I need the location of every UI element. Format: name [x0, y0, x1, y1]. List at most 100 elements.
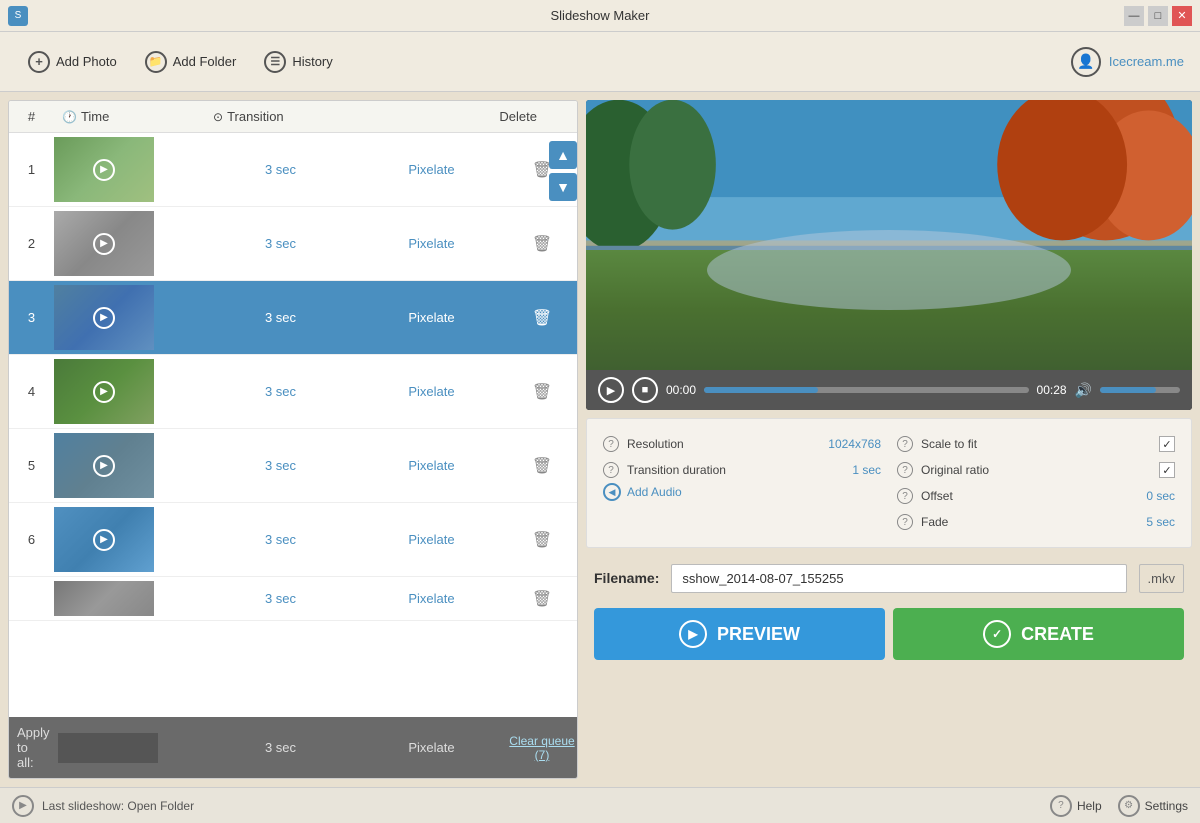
thumbnail[interactable]: ▶ [54, 433, 154, 498]
row-number: 6 [9, 532, 54, 547]
trash-icon[interactable]: 🗑 [532, 234, 552, 254]
video-controls: ▶ ■ 00:00 00:28 🔊 [586, 370, 1192, 410]
thumbnail[interactable]: ▶ [54, 359, 154, 424]
create-check-icon: ✓ [983, 620, 1011, 648]
transition-duration-help-icon[interactable]: ? [603, 462, 619, 478]
offset-help-icon[interactable]: ? [897, 488, 913, 504]
scroll-up-button[interactable]: ▲ [549, 141, 577, 169]
clear-queue-button[interactable]: Clear queue (7) [507, 734, 577, 762]
col-delete: Delete [356, 109, 577, 124]
transition-duration-value[interactable]: 1 sec [852, 463, 881, 477]
transition-value[interactable]: Pixelate [356, 236, 507, 251]
slideshow-status-icon: ▶ [12, 795, 34, 817]
history-icon: ☰ [264, 51, 286, 73]
delete-cell: 🗑 [507, 234, 577, 254]
time-value[interactable]: 3 sec [205, 458, 356, 473]
time-value[interactable]: 3 sec [205, 310, 356, 325]
transition-icon: ⊙ [213, 110, 223, 124]
fade-value[interactable]: 5 sec [1146, 515, 1175, 529]
thumbnail[interactable] [54, 581, 154, 616]
create-button[interactable]: ✓ CREATE [893, 608, 1184, 660]
filename-input[interactable] [671, 564, 1126, 593]
resolution-label: Resolution [627, 437, 820, 451]
trash-icon[interactable]: 🗑 [532, 456, 552, 476]
add-photo-label: Add Photo [56, 54, 117, 69]
settings-button[interactable]: ⚙ Settings [1118, 795, 1188, 817]
play-button[interactable]: ▶ [598, 377, 624, 403]
fade-help-icon[interactable]: ? [897, 514, 913, 530]
scroll-down-button[interactable]: ▼ [549, 173, 577, 201]
last-slideshow-text[interactable]: Last slideshow: Open Folder [42, 799, 194, 813]
apply-transition[interactable]: Pixelate [356, 740, 507, 755]
titlebar: S Slideshow Maker — □ ✕ [0, 0, 1200, 32]
transition-value[interactable]: Pixelate [356, 384, 507, 399]
volume-fill [1100, 387, 1156, 393]
table-header: # 🕐 Time ⊙ Transition Delete [9, 101, 577, 133]
trash-icon[interactable]: 🗑 [532, 530, 552, 550]
resolution-help-icon[interactable]: ? [603, 436, 619, 452]
volume-bar[interactable] [1100, 387, 1180, 393]
play-icon: ▶ [93, 455, 115, 477]
offset-value[interactable]: 0 sec [1146, 489, 1175, 503]
thumbnail[interactable]: ▶ [54, 507, 154, 572]
play-icon: ▶ [93, 307, 115, 329]
filename-extension: .mkv [1139, 564, 1184, 593]
add-photo-button[interactable]: + Add Photo [16, 45, 129, 79]
scale-to-fit-checkbox[interactable]: ✓ [1159, 436, 1175, 452]
transition-value[interactable]: Pixelate [356, 162, 507, 177]
transition-value[interactable]: Pixelate [356, 591, 507, 606]
close-button[interactable]: ✕ [1172, 6, 1192, 26]
add-photo-icon: + [28, 51, 50, 73]
time-value[interactable]: 3 sec [205, 236, 356, 251]
user-profile[interactable]: 👤 Icecream.me [1071, 47, 1184, 77]
settings-left: ? Resolution 1024x768 ? Transition durat… [603, 431, 881, 535]
help-button[interactable]: ? Help [1050, 795, 1102, 817]
transition-value[interactable]: Pixelate [356, 532, 507, 547]
thumbnail[interactable]: ▶ [54, 285, 154, 350]
progress-bar[interactable] [704, 387, 1029, 393]
apply-time[interactable]: 3 sec [205, 740, 356, 755]
scale-help-icon[interactable]: ? [897, 436, 913, 452]
stop-button[interactable]: ■ [632, 377, 658, 403]
create-label: CREATE [1021, 624, 1094, 645]
filename-bar: Filename: .mkv [586, 556, 1192, 600]
volume-icon[interactable]: 🔊 [1075, 382, 1092, 399]
play-icon: ▶ [93, 381, 115, 403]
main-content: # 🕐 Time ⊙ Transition Delete [0, 92, 1200, 787]
add-folder-button[interactable]: 📁 Add Folder [133, 45, 249, 79]
history-button[interactable]: ☰ History [252, 45, 344, 79]
preview-button[interactable]: ▶ PREVIEW [594, 608, 885, 660]
transition-value[interactable]: Pixelate [356, 310, 507, 325]
resolution-value[interactable]: 1024x768 [828, 437, 881, 451]
time-value[interactable]: 3 sec [205, 591, 356, 606]
play-icon: ▶ [93, 233, 115, 255]
resolution-row: ? Resolution 1024x768 [603, 431, 881, 457]
left-panel-container: # 🕐 Time ⊙ Transition Delete [8, 100, 578, 779]
original-ratio-checkbox[interactable]: ✓ [1159, 462, 1175, 478]
maximize-button[interactable]: □ [1148, 6, 1168, 26]
transition-value[interactable]: Pixelate [356, 458, 507, 473]
time-value[interactable]: 3 sec [205, 384, 356, 399]
thumbnail[interactable]: ▶ [54, 137, 154, 202]
fade-row: ? Fade 5 sec [897, 509, 1175, 535]
original-ratio-help-icon[interactable]: ? [897, 462, 913, 478]
trash-icon[interactable]: 🗑 [532, 589, 552, 609]
time-value[interactable]: 3 sec [205, 162, 356, 177]
time-value[interactable]: 3 sec [205, 532, 356, 547]
trash-icon[interactable]: 🗑 [532, 308, 552, 328]
scale-to-fit-label: Scale to fit [921, 437, 1151, 451]
app-title: Slideshow Maker [551, 8, 650, 23]
time-current: 00:00 [666, 383, 696, 397]
table-row: 4 ▶ 3 sec Pixelate 🗑 [9, 355, 577, 429]
row-number: 4 [9, 384, 54, 399]
photo-table: # 🕐 Time ⊙ Transition Delete [8, 100, 578, 779]
landscape-svg [586, 100, 1192, 370]
minimize-button[interactable]: — [1124, 6, 1144, 26]
thumbnail[interactable]: ▶ [54, 211, 154, 276]
table-row: 2 ▶ 3 sec Pixelate 🗑 [9, 207, 577, 281]
delete-cell: 🗑 [507, 589, 577, 609]
trash-icon[interactable]: 🗑 [532, 382, 552, 402]
fade-label: Fade [921, 515, 1138, 529]
add-audio-button[interactable]: ◀ Add Audio [603, 483, 881, 501]
col-transition: ⊙ Transition [205, 109, 356, 124]
